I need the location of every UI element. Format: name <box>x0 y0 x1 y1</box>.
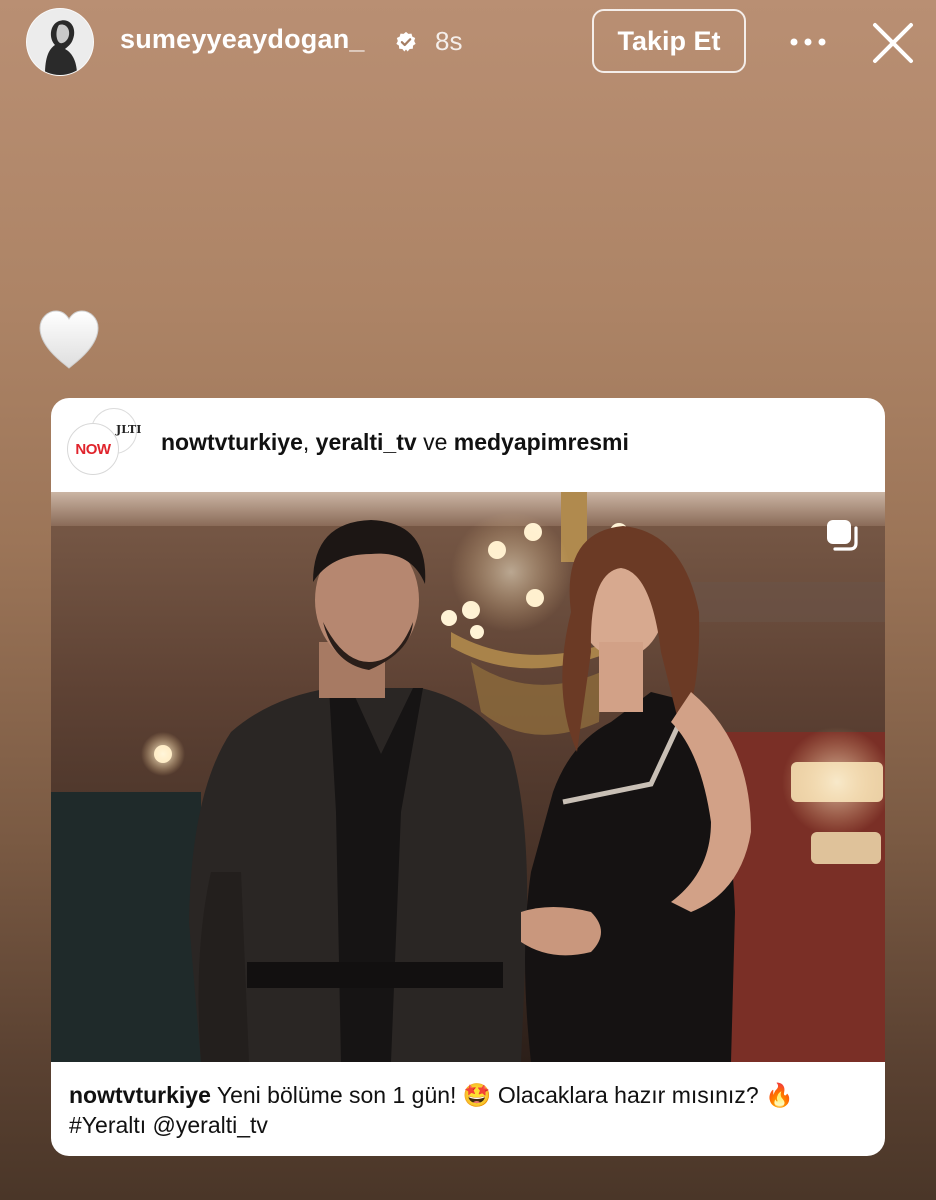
shared-post-card[interactable]: JLTI NOW nowtvturkiye, yeralti_tv ve med… <box>51 398 885 1156</box>
fire-emoji-icon: 🔥 <box>765 1082 794 1108</box>
more-horizontal-icon[interactable] <box>788 32 828 52</box>
avatar[interactable] <box>26 8 94 76</box>
nowtv-logo-avatar[interactable]: NOW <box>67 423 119 475</box>
white-heart-icon <box>39 310 99 369</box>
caption-mention[interactable]: @yeralti_tv <box>153 1112 268 1138</box>
close-icon[interactable] <box>870 20 916 66</box>
post-caption: nowtvturkiye Yeni bölüme son 1 gün! 🤩 Ol… <box>69 1080 869 1140</box>
username[interactable]: sumeyyeaydogan_ <box>120 24 365 55</box>
caption-text-2: Olacaklara hazır mısınız? <box>497 1082 759 1108</box>
nowtv-logo-text: NOW <box>75 440 111 458</box>
post-header: JLTI NOW nowtvturkiye, yeralti_tv ve med… <box>51 398 885 492</box>
multiple-posts-icon <box>827 520 858 551</box>
caption-username[interactable]: nowtvturkiye <box>69 1082 211 1108</box>
story-header: sumeyyeaydogan_ 8s Takip Et <box>0 0 936 86</box>
author-medyapimresmi[interactable]: medyapimresmi <box>454 429 629 455</box>
collab-avatar-back-label: JLTI <box>116 423 142 436</box>
verified-badge-icon <box>396 31 416 52</box>
follow-button[interactable]: Takip Et <box>592 9 746 73</box>
collab-authors: nowtvturkiye, yeralti_tv ve medyapimresm… <box>161 429 629 455</box>
caption-hashtag[interactable]: #Yeraltı <box>69 1112 146 1138</box>
post-time: 8s <box>435 26 463 56</box>
star-eyes-emoji-icon: 🤩 <box>462 1082 492 1108</box>
author-nowtvturkiye[interactable]: nowtvturkiye <box>161 429 303 455</box>
collab-joiner: ve <box>423 429 448 455</box>
author-yeralti-tv[interactable]: yeralti_tv <box>316 429 417 455</box>
post-photo[interactable] <box>51 492 885 1062</box>
caption-text-1: Yeni bölüme son 1 gün! <box>216 1082 457 1108</box>
